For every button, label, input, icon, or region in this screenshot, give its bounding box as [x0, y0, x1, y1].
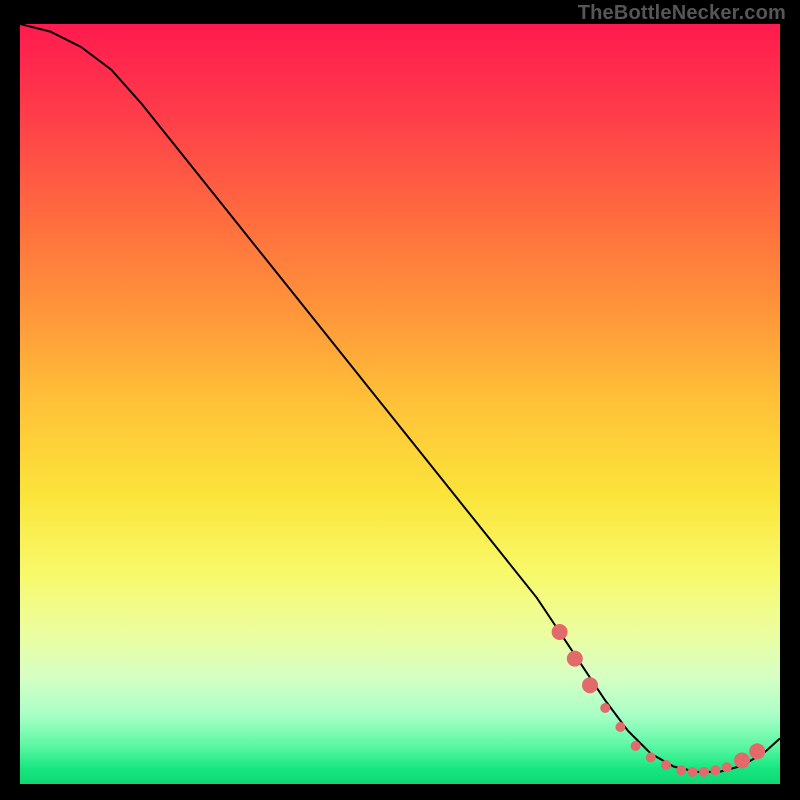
- data-marker: [688, 767, 698, 777]
- data-marker: [582, 677, 598, 693]
- plot-area: [20, 24, 780, 784]
- data-marker: [631, 741, 641, 751]
- data-marker: [567, 651, 583, 667]
- data-marker: [734, 752, 750, 768]
- data-marker: [749, 743, 765, 759]
- data-marker: [600, 703, 610, 713]
- data-curve: [20, 24, 780, 772]
- data-marker: [615, 722, 625, 732]
- data-marker: [661, 760, 671, 770]
- data-marker: [676, 765, 686, 775]
- data-marker: [699, 767, 709, 777]
- data-marker: [552, 624, 568, 640]
- attribution-label: TheBottleNecker.com: [578, 2, 786, 25]
- data-marker: [646, 752, 656, 762]
- curve-layer: [20, 24, 780, 784]
- marker-group: [552, 624, 766, 777]
- data-marker: [710, 765, 720, 775]
- data-marker: [722, 762, 732, 772]
- chart-stage: TheBottleNecker.com: [0, 0, 800, 800]
